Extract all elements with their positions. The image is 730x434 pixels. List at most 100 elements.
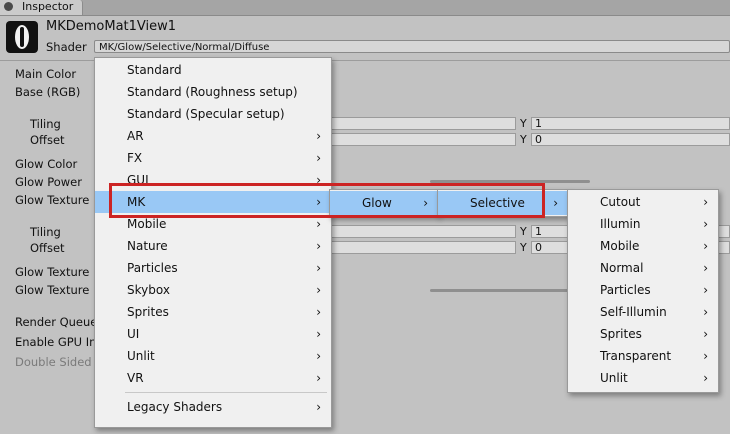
prop-glow-texture-2: Glow Texture <box>15 265 90 279</box>
chevron-right-icon: › <box>703 195 708 209</box>
menu-item-cutout[interactable]: Cutout › <box>568 191 718 213</box>
prop-tiling-2: Tiling <box>30 225 61 239</box>
menu-item-label: Standard <box>127 63 182 77</box>
menu-item-nature[interactable]: Nature › <box>95 235 331 257</box>
chevron-right-icon: › <box>703 261 708 275</box>
chevron-right-icon: › <box>316 371 321 385</box>
prop-offset-2: Offset <box>30 241 65 255</box>
menu-item-label: Particles <box>600 283 651 297</box>
tiling-1-y-label: Y <box>520 117 527 130</box>
menu-item-label: AR <box>127 129 144 143</box>
menu-item-unlit[interactable]: Unlit › <box>95 345 331 367</box>
menu-item-label: FX <box>127 151 143 165</box>
prop-base-rgb: Base (RGB) <box>15 85 81 99</box>
menu-item-label: UI <box>127 327 140 341</box>
selective-submenu: Cutout › Illumin › Mobile › Normal › Particl… <box>567 189 719 393</box>
menu-item-particles[interactable]: Particles › <box>95 257 331 279</box>
chevron-right-icon: › <box>316 305 321 319</box>
tab-inspector[interactable]: Inspector <box>0 0 83 15</box>
chevron-right-icon: › <box>553 196 558 210</box>
tiling-2-x-field[interactable] <box>330 225 516 238</box>
menu-item-particles-sub[interactable]: Particles › <box>568 279 718 301</box>
menu-item-label: Unlit <box>600 371 628 385</box>
chevron-right-icon: › <box>316 349 321 363</box>
chevron-right-icon: › <box>703 327 708 341</box>
chevron-right-icon: › <box>316 400 321 414</box>
prop-enable-gpu-instancing: Enable GPU In <box>15 335 97 349</box>
chevron-right-icon: › <box>703 239 708 253</box>
menu-item-label: Illumin <box>600 217 641 231</box>
chevron-right-icon: › <box>316 261 321 275</box>
prop-glow-color: Glow Color <box>15 157 78 171</box>
menu-item-vr[interactable]: VR › <box>95 367 331 389</box>
prop-glow-power: Glow Power <box>15 175 82 189</box>
tiling-2-y-label: Y <box>520 225 527 238</box>
menu-divider <box>125 392 327 393</box>
chevron-right-icon: › <box>316 239 321 253</box>
menu-item-label: Cutout <box>600 195 641 209</box>
inspector-icon <box>4 2 13 11</box>
prop-render-queue: Render Queue <box>15 315 98 329</box>
menu-item-label: Transparent <box>600 349 672 363</box>
menu-item-label: Standard (Specular setup) <box>127 107 285 121</box>
menu-item-label: Sprites <box>600 327 642 341</box>
menu-item-skybox[interactable]: Skybox › <box>95 279 331 301</box>
shader-dropdown[interactable]: MK/Glow/Selective/Normal/Diffuse <box>94 40 730 53</box>
chevron-right-icon: › <box>703 305 708 319</box>
tiling-1-y-field[interactable]: 1 <box>531 117 730 130</box>
tab-inspector-label: Inspector <box>22 0 74 13</box>
menu-item-transparent[interactable]: Transparent › <box>568 345 718 367</box>
highlight-box <box>109 183 545 218</box>
menu-item-illumin[interactable]: Illumin › <box>568 213 718 235</box>
menu-item-label: Self-Illumin <box>600 305 667 319</box>
menu-item-ui[interactable]: UI › <box>95 323 331 345</box>
prop-double-sided: Double Sided <box>15 355 92 369</box>
chevron-right-icon: › <box>703 371 708 385</box>
offset-1-x-field[interactable] <box>330 133 516 146</box>
offset-2-x-field[interactable] <box>330 241 516 254</box>
menu-item-standard-specular[interactable]: Standard (Specular setup) <box>95 103 331 125</box>
offset-1-y-field[interactable]: 0 <box>531 133 730 146</box>
chevron-right-icon: › <box>316 151 321 165</box>
offset-1-y-label: Y <box>520 133 527 146</box>
material-name: MKDemoMat1View1 <box>46 19 177 34</box>
prop-main-color: Main Color <box>15 67 77 81</box>
chevron-right-icon: › <box>703 217 708 231</box>
menu-item-legacy-shaders[interactable]: Legacy Shaders › <box>95 396 331 418</box>
material-preview-icon <box>6 21 38 53</box>
menu-item-ar[interactable]: AR › <box>95 125 331 147</box>
menu-item-unlit-sub[interactable]: Unlit › <box>568 367 718 389</box>
menu-item-label: Unlit <box>127 349 155 363</box>
menu-item-fx[interactable]: FX › <box>95 147 331 169</box>
menu-item-label: Mobile <box>600 239 640 253</box>
chevron-right-icon: › <box>703 283 708 297</box>
chevron-right-icon: › <box>316 327 321 341</box>
menu-item-label: Sprites <box>127 305 169 319</box>
menu-item-standard-roughness[interactable]: Standard (Roughness setup) <box>95 81 331 103</box>
offset-2-y-label: Y <box>520 241 527 254</box>
shader-label: Shader <box>46 40 87 54</box>
menu-item-label: VR <box>127 371 144 385</box>
prop-offset-1: Offset <box>30 133 65 147</box>
menu-item-standard[interactable]: Standard <box>95 59 331 81</box>
chevron-right-icon: › <box>316 129 321 143</box>
menu-item-mobile-sub[interactable]: Mobile › <box>568 235 718 257</box>
chevron-right-icon: › <box>703 349 708 363</box>
menu-item-sprites-sub[interactable]: Sprites › <box>568 323 718 345</box>
menu-item-sprites[interactable]: Sprites › <box>95 301 331 323</box>
menu-item-label: Legacy Shaders <box>127 400 223 414</box>
prop-tiling-1: Tiling <box>30 117 61 131</box>
menu-item-label: Standard (Roughness setup) <box>127 85 298 99</box>
shader-menu: Standard Standard (Roughness setup) Stan… <box>94 57 332 428</box>
menu-item-self-illumin[interactable]: Self-Illumin › <box>568 301 718 323</box>
menu-item-label: Normal <box>600 261 644 275</box>
chevron-right-icon: › <box>316 283 321 297</box>
menu-item-normal[interactable]: Normal › <box>568 257 718 279</box>
tiling-1-x-field[interactable] <box>330 117 516 130</box>
menu-item-label: Particles <box>127 261 178 275</box>
menu-item-label: Nature <box>127 239 168 253</box>
glow-texture-slider[interactable] <box>430 289 590 292</box>
prop-glow-texture-3: Glow Texture <box>15 283 90 297</box>
menu-item-label: Skybox <box>127 283 170 297</box>
prop-glow-texture: Glow Texture <box>15 193 90 207</box>
